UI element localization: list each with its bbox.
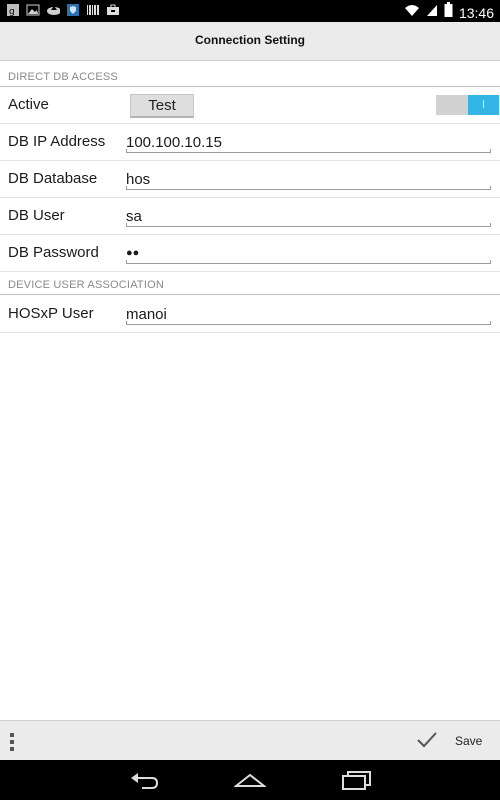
active-row: Active Test I [0, 87, 500, 124]
battery-icon [444, 2, 453, 23]
db-ip-label: DB IP Address [8, 133, 106, 150]
db-database-row: DB Database hos [0, 161, 500, 198]
recent-apps-icon[interactable] [340, 769, 372, 796]
field-underline [126, 223, 491, 227]
active-toggle[interactable]: I [436, 95, 499, 115]
db-password-value: ●● [126, 247, 140, 259]
db-database-field[interactable]: hos [126, 168, 491, 190]
db-user-value: sa [126, 208, 142, 225]
briefcase-icon [106, 3, 120, 17]
bottom-action-bar: Save [0, 720, 500, 761]
field-underline [126, 186, 491, 190]
hosxp-user-row: HOSxP User manoi [0, 296, 500, 333]
home-icon[interactable] [233, 769, 267, 796]
google-plus-icon: g [6, 3, 20, 17]
hosxp-user-label: HOSxP User [8, 305, 94, 322]
db-user-label: DB User [8, 207, 65, 224]
db-ip-field[interactable]: 100.100.10.15 [126, 131, 491, 153]
wifi-icon [404, 3, 420, 22]
system-status: 13:46 [404, 2, 494, 23]
db-user-row: DB User sa [0, 198, 500, 235]
section-header-device-user: DEVICE USER ASSOCIATION [0, 270, 500, 295]
navigation-bar [0, 760, 500, 800]
test-button[interactable]: Test [130, 94, 194, 118]
image-icon [26, 3, 40, 17]
db-ip-value: 100.100.10.15 [126, 134, 222, 151]
db-password-row: DB Password ●● [0, 235, 500, 272]
clock: 13:46 [458, 4, 494, 21]
db-password-field[interactable]: ●● [126, 242, 491, 264]
svg-text:g: g [9, 7, 15, 17]
back-icon[interactable] [128, 769, 160, 796]
page-title: Connection Setting [195, 33, 305, 47]
field-underline [126, 321, 491, 325]
section-title: DIRECT DB ACCESS [8, 71, 118, 83]
section-title: DEVICE USER ASSOCIATION [8, 279, 164, 291]
overflow-menu-icon[interactable] [10, 733, 14, 754]
save-button[interactable]: Save [455, 734, 482, 748]
section-header-direct-db: DIRECT DB ACCESS [0, 62, 500, 87]
active-label: Active [8, 96, 49, 113]
signal-icon [426, 3, 438, 22]
cloud-upload-icon [46, 3, 60, 17]
db-ip-row: DB IP Address 100.100.10.15 [0, 124, 500, 161]
shield-icon [66, 3, 80, 17]
hosxp-user-field[interactable]: manoi [126, 303, 491, 325]
hosxp-user-value: manoi [126, 306, 167, 323]
db-database-value: hos [126, 171, 151, 188]
action-bar: Connection Setting [0, 22, 500, 61]
field-underline [126, 260, 491, 264]
db-user-field[interactable]: sa [126, 205, 491, 227]
toggle-thumb: I [468, 95, 499, 115]
field-underline [126, 149, 491, 153]
notification-icons: g [6, 3, 120, 17]
db-password-label: DB Password [8, 244, 99, 261]
checkmark-icon[interactable] [416, 730, 438, 755]
barcode-icon [86, 3, 100, 17]
status-bar: g 13:46 [0, 0, 500, 22]
db-database-label: DB Database [8, 170, 98, 187]
